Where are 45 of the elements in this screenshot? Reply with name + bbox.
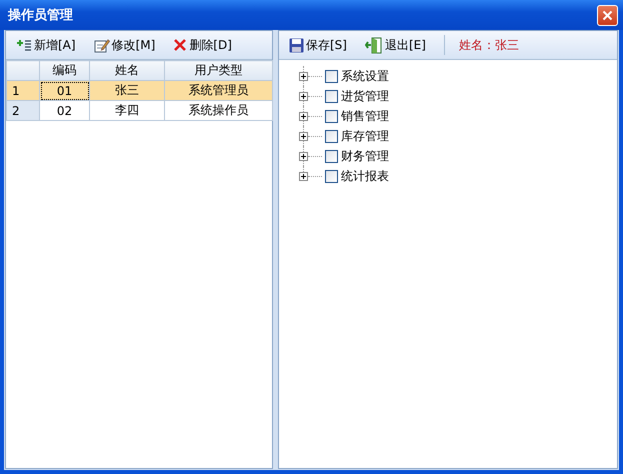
add-row-icon <box>16 38 32 52</box>
exit-door-icon <box>364 36 383 54</box>
column-header: 用户类型 <box>164 60 272 80</box>
edit-button[interactable]: 修改[M] <box>90 34 160 56</box>
expand-icon[interactable] <box>299 172 308 180</box>
checkbox[interactable] <box>325 70 338 82</box>
checkbox[interactable] <box>325 170 338 182</box>
tree-item[interactable]: 销售管理 <box>341 108 389 124</box>
expand-icon[interactable] <box>299 132 308 140</box>
expand-icon[interactable] <box>299 112 308 120</box>
tree-item[interactable]: 进货管理 <box>341 88 389 104</box>
table-cell: 02 <box>40 100 90 120</box>
table-cell: 系统操作员 <box>164 100 272 120</box>
close-button[interactable] <box>597 4 618 26</box>
column-header: 编码 <box>40 60 90 80</box>
table-cell: 01 <box>40 80 90 100</box>
tree-item[interactable]: 财务管理 <box>341 148 389 164</box>
close-icon <box>602 10 613 20</box>
checkbox[interactable] <box>325 110 338 122</box>
table-row[interactable]: 2 02 李四 系统操作员 <box>6 100 272 120</box>
table-cell: 李四 <box>90 100 164 120</box>
table-cell: 系统管理员 <box>164 80 272 100</box>
expand-icon[interactable] <box>299 152 308 160</box>
checkbox[interactable] <box>325 90 338 102</box>
exit-button[interactable]: 退出[E] <box>360 34 430 56</box>
checkbox[interactable] <box>325 150 338 162</box>
tree-item[interactable]: 统计报表 <box>341 168 389 184</box>
table-row[interactable]: 1 01 张三 系统管理员 <box>6 80 272 100</box>
tree-item[interactable]: 系统设置 <box>341 68 389 84</box>
row-number: 1 <box>6 80 40 100</box>
column-header: 姓名 <box>90 60 164 80</box>
delete-button[interactable]: 删除[D] <box>169 34 236 56</box>
add-button[interactable]: 新增[A] <box>12 34 80 56</box>
table-cell: 张三 <box>90 80 164 100</box>
save-button[interactable]: 保存[S] <box>285 34 351 56</box>
delete-icon <box>173 38 188 52</box>
expand-icon[interactable] <box>299 92 308 100</box>
save-icon <box>289 38 304 52</box>
row-number: 2 <box>6 100 40 120</box>
edit-icon <box>94 38 110 52</box>
current-user-label: 姓名：张三 <box>458 36 519 54</box>
tree-item[interactable]: 库存管理 <box>341 128 389 144</box>
checkbox[interactable] <box>325 130 338 142</box>
window-title: 操作员管理 <box>8 7 73 24</box>
expand-icon[interactable] <box>299 72 308 80</box>
